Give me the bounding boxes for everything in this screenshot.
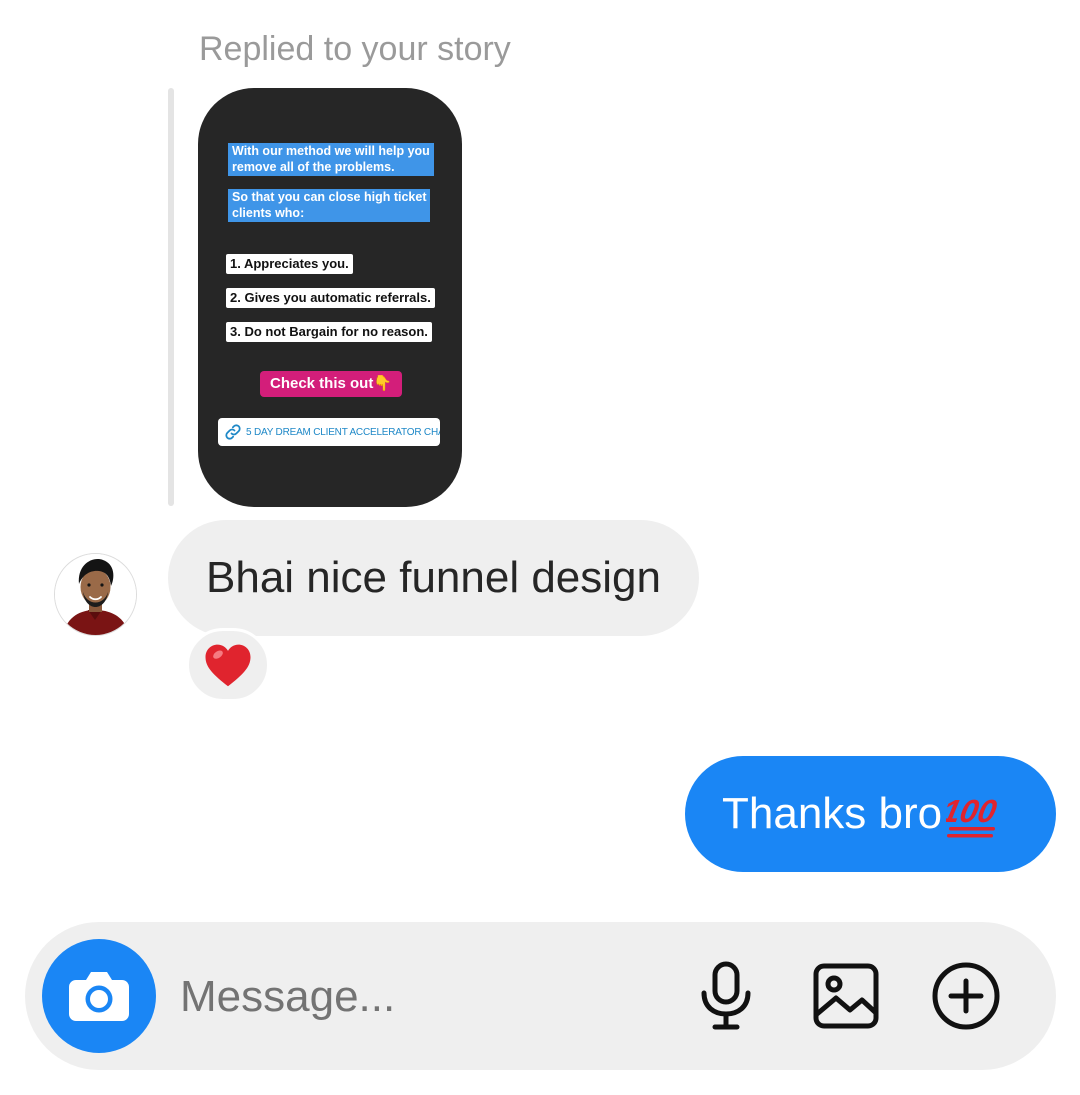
heart-icon (205, 644, 251, 687)
image-icon (813, 963, 879, 1029)
heart-reaction[interactable] (186, 628, 270, 702)
story-highlight-text-2: So that you can close high ticket client… (228, 189, 431, 222)
story-cta-sticker: Check this out👇 (260, 371, 402, 397)
outgoing-message-text: Thanks bro (722, 789, 943, 838)
profile-photo (55, 554, 136, 635)
microphone-icon (701, 961, 751, 1030)
incoming-message-bubble[interactable]: Bhai nice funnel design (168, 520, 699, 636)
gallery-button[interactable] (810, 960, 882, 1032)
incoming-message-text: Bhai nice funnel design (206, 553, 661, 602)
plus-circle-icon (932, 962, 1000, 1030)
story-highlight-text-1: With our method we will help you remove … (228, 143, 434, 176)
outgoing-message-bubble[interactable]: Thanks bro 100 (685, 756, 1056, 872)
story-preview[interactable]: With our method we will help you remove … (198, 88, 462, 507)
reply-quote-bar (168, 88, 174, 506)
story-list-item-2: 2. Gives you automatic referrals. (226, 288, 435, 308)
voice-message-button[interactable] (690, 960, 762, 1032)
story-list-item-3: 3. Do not Bargain for no reason. (226, 322, 432, 342)
story-list-item-1: 1. Appreciates you. (226, 254, 353, 274)
story-link-sticker[interactable]: 5 DAY DREAM CLIENT ACCELERATOR CHA... (218, 418, 440, 446)
more-options-button[interactable] (930, 960, 1002, 1032)
replied-to-story-label: Replied to your story (199, 30, 511, 68)
hundred-points-icon: 100 (946, 793, 1000, 838)
story-link-text: 5 DAY DREAM CLIENT ACCELERATOR CHA... (246, 426, 440, 438)
link-icon (225, 424, 241, 440)
camera-icon (69, 972, 129, 1021)
svg-text:100: 100 (946, 793, 1000, 829)
avatar[interactable] (54, 553, 137, 636)
camera-button[interactable] (42, 939, 156, 1053)
message-input[interactable]: Message... (180, 966, 660, 1028)
